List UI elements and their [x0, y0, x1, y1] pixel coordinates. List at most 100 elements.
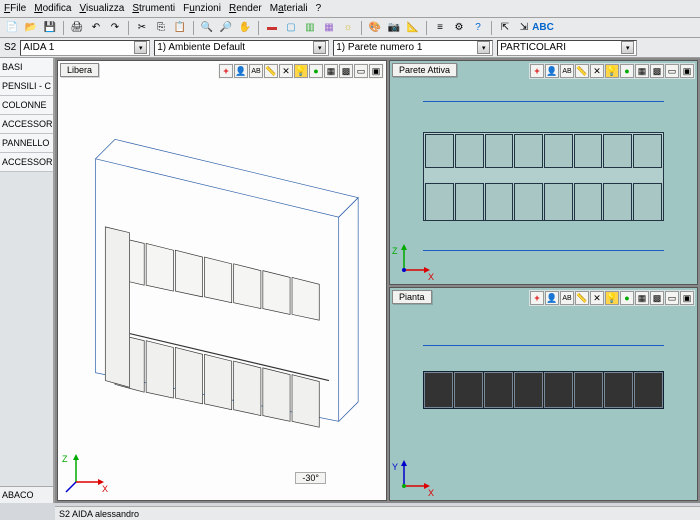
parete-dropdown[interactable]: 1) Parete numero 1▾: [333, 40, 493, 56]
menu-visualizza[interactable]: Visualizza: [79, 3, 124, 14]
help-icon[interactable]: ?: [470, 20, 486, 36]
axis-indicator-yx: [396, 458, 432, 494]
new-icon[interactable]: 📄: [4, 20, 20, 36]
wall-icon[interactable]: ▬: [264, 20, 280, 36]
settings-icon[interactable]: ⚙: [451, 20, 467, 36]
kitchen-elevation: [423, 132, 663, 222]
tool-plus-icon[interactable]: +: [219, 64, 233, 78]
axis-x-label: X: [102, 484, 108, 494]
axis-indicator-zx: [396, 242, 432, 278]
tool-sphere-icon[interactable]: ●: [620, 64, 634, 78]
layer-icon[interactable]: ≡: [432, 20, 448, 36]
menu-help[interactable]: ?: [316, 3, 322, 14]
zoom-out-icon[interactable]: 🔎: [218, 20, 234, 36]
menu-materiali[interactable]: Materiali: [270, 3, 308, 14]
tool-grid-icon[interactable]: ▩: [339, 64, 353, 78]
tool-ruler-icon[interactable]: 📏: [264, 64, 278, 78]
tool-cube-icon[interactable]: ▦: [324, 64, 338, 78]
cut-icon[interactable]: ✂: [134, 20, 150, 36]
tool-tools-icon[interactable]: ✕: [590, 291, 604, 305]
sidebar-item-basi[interactable]: BASI: [0, 58, 53, 77]
tool-tools-icon[interactable]: ✕: [279, 64, 293, 78]
save-icon[interactable]: 💾: [42, 20, 58, 36]
export-icon[interactable]: ⇱: [497, 20, 513, 36]
panel-free[interactable]: Libera + 👤 AB 📏 ✕ 💡 ● ▦ ▩ ▭ ▣: [57, 60, 387, 501]
axis-x-label: X: [428, 272, 434, 282]
tool-bulb-icon[interactable]: 💡: [605, 64, 619, 78]
tool-cube-icon[interactable]: ▦: [635, 64, 649, 78]
sidebar-item-accessori2[interactable]: ACCESSORI: [0, 153, 53, 172]
isometric-view[interactable]: [63, 81, 381, 470]
tool-view-icon[interactable]: ▣: [369, 64, 383, 78]
door-icon[interactable]: ▢: [283, 20, 299, 36]
tool-view-icon[interactable]: ▣: [680, 64, 694, 78]
main-area: BASI PENSILI - C COLONNE ACCESSORI PANNE…: [0, 58, 700, 503]
open-icon[interactable]: 📂: [23, 20, 39, 36]
render-icon[interactable]: 🎨: [367, 20, 383, 36]
plan-drawing[interactable]: [410, 318, 677, 470]
kitchen-plan-view: [423, 371, 663, 409]
undo-icon[interactable]: ↶: [88, 20, 104, 36]
cabinet-icon[interactable]: ▦: [321, 20, 337, 36]
tool-sphere-icon[interactable]: ●: [620, 291, 634, 305]
tool-ruler-icon[interactable]: 📏: [575, 64, 589, 78]
project-dropdown[interactable]: AIDA 1▾: [20, 40, 150, 56]
tool-rect-icon[interactable]: ▭: [665, 291, 679, 305]
text-icon[interactable]: ABC: [535, 20, 551, 36]
print-icon[interactable]: 🖨: [69, 20, 85, 36]
menu-file[interactable]: FFile: [4, 3, 26, 14]
panel-tools-active-wall: + 👤 AB 📏 ✕ 💡 ● ▦ ▩ ▭ ▣: [529, 63, 695, 79]
tool-rect-icon[interactable]: ▭: [354, 64, 368, 78]
chevron-down-icon[interactable]: ▾: [621, 41, 634, 54]
tool-person-icon[interactable]: 👤: [545, 64, 559, 78]
tool-ab-icon[interactable]: AB: [249, 64, 263, 78]
tool-plus-icon[interactable]: +: [530, 64, 544, 78]
tool-bulb-icon[interactable]: 💡: [605, 291, 619, 305]
paste-icon[interactable]: 📋: [172, 20, 188, 36]
camera-icon[interactable]: 📷: [386, 20, 402, 36]
tool-ab-icon[interactable]: AB: [560, 64, 574, 78]
measure-icon[interactable]: 📐: [405, 20, 421, 36]
tool-ruler-icon[interactable]: 📏: [575, 291, 589, 305]
menu-funzioni[interactable]: Funzioni: [183, 3, 221, 14]
menu-bar: FFile Modifica Visualizza Strumenti Funz…: [0, 0, 700, 18]
sidebar-item-colonne[interactable]: COLONNE: [0, 96, 53, 115]
window-icon[interactable]: ▥: [302, 20, 318, 36]
chevron-down-icon[interactable]: ▾: [134, 41, 147, 54]
sidebar-item-pensili[interactable]: PENSILI - C: [0, 77, 53, 96]
axis-z-label: Z: [392, 246, 398, 256]
light-icon[interactable]: ☼: [340, 20, 356, 36]
tool-person-icon[interactable]: 👤: [545, 291, 559, 305]
tool-person-icon[interactable]: 👤: [234, 64, 248, 78]
sidebar-item-accessori[interactable]: ACCESSORI: [0, 115, 53, 134]
chevron-down-icon[interactable]: ▾: [477, 41, 490, 54]
sidebar-item-pannello[interactable]: PANNELLO: [0, 134, 53, 153]
tool-grid-icon[interactable]: ▩: [650, 291, 664, 305]
tool-bulb-icon[interactable]: 💡: [294, 64, 308, 78]
tool-tools-icon[interactable]: ✕: [590, 64, 604, 78]
sidebar-abaco[interactable]: ABACO: [0, 486, 53, 503]
menu-strumenti[interactable]: Strumenti: [132, 3, 175, 14]
panel-title-free: Libera: [60, 63, 99, 77]
tool-grid-icon[interactable]: ▩: [650, 64, 664, 78]
ambiente-dropdown[interactable]: 1) Ambiente Default▾: [154, 40, 329, 56]
tool-view-icon[interactable]: ▣: [680, 291, 694, 305]
redo-icon[interactable]: ↷: [107, 20, 123, 36]
chevron-down-icon[interactable]: ▾: [313, 41, 326, 54]
zoom-in-icon[interactable]: 🔍: [199, 20, 215, 36]
panel-active-wall[interactable]: Parete Attiva + 👤 AB 📏 ✕ 💡 ● ▦ ▩ ▭ ▣: [389, 60, 698, 285]
import-icon[interactable]: ⇲: [516, 20, 532, 36]
tool-plus-icon[interactable]: +: [530, 291, 544, 305]
tool-rect-icon[interactable]: ▭: [665, 64, 679, 78]
menu-render[interactable]: Render: [229, 3, 262, 14]
panel-plan[interactable]: Pianta + 👤 AB 📏 ✕ 💡 ● ▦ ▩ ▭ ▣: [389, 287, 698, 501]
tool-cube-icon[interactable]: ▦: [635, 291, 649, 305]
elevation-drawing[interactable]: [410, 91, 677, 254]
tool-sphere-icon[interactable]: ●: [309, 64, 323, 78]
pan-icon[interactable]: ✋: [237, 20, 253, 36]
mode-dropdown[interactable]: PARTICOLARI▾: [497, 40, 637, 56]
menu-modifica[interactable]: Modifica: [34, 3, 71, 14]
copy-icon[interactable]: ⎘: [153, 20, 169, 36]
tool-ab-icon[interactable]: AB: [560, 291, 574, 305]
panel-tools-free: + 👤 AB 📏 ✕ 💡 ● ▦ ▩ ▭ ▣: [218, 63, 384, 79]
